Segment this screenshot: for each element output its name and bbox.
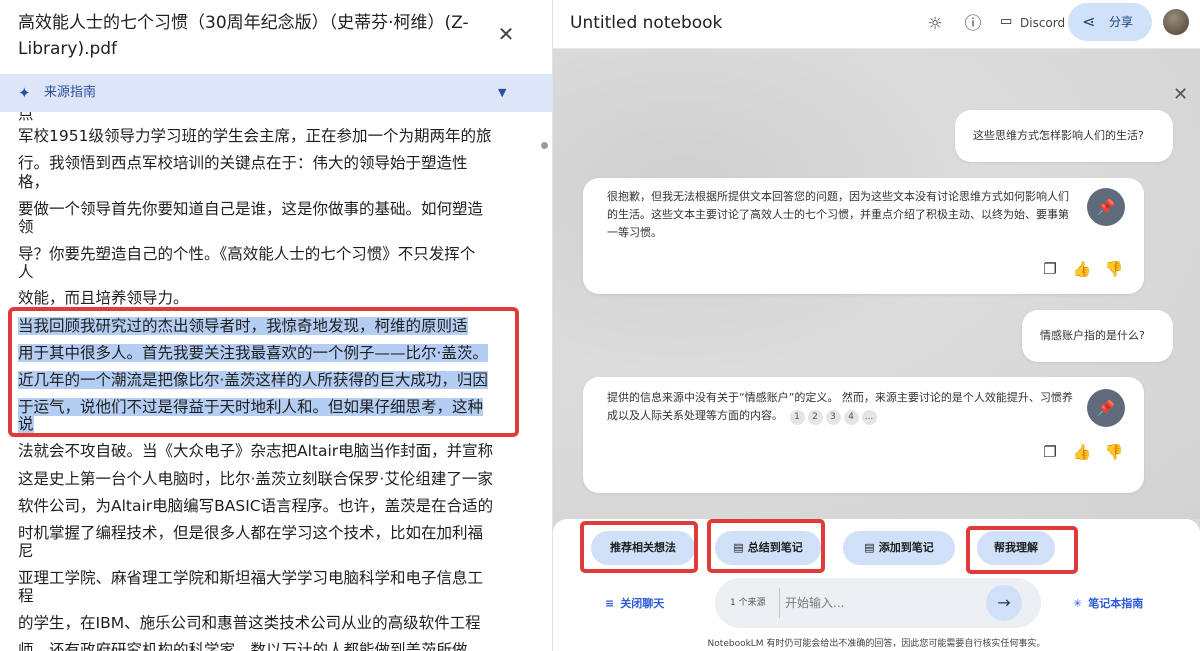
- source-line: 行。我领悟到西点军校培训的关键点在于：伟大的领导始于塑造性: [18, 154, 468, 172]
- help-icon[interactable]: ⓘ: [961, 12, 985, 36]
- thumbs-up-icon[interactable]: 👍: [1071, 258, 1093, 280]
- annotation-box: [580, 521, 698, 573]
- user-message-text: 情感账户指的是什么?: [1040, 329, 1145, 342]
- source-line: 程: [18, 587, 34, 605]
- pin-icon[interactable]: 📌: [1087, 188, 1125, 226]
- theme-toggle-icon[interactable]: ☼: [923, 12, 947, 36]
- bot-message-text: 很抱歉，但我无法根据所提供文本回答您的问题，因为这些文本没有讨论思维方式如何影响…: [607, 190, 1069, 239]
- thumbs-down-icon[interactable]: 👎: [1103, 258, 1125, 280]
- source-line: 尼: [18, 542, 34, 560]
- citation-chip[interactable]: ...: [861, 410, 877, 425]
- source-line: 导？你要先塑造自己的个性。《高效能人士的七个习惯》不只发挥个: [18, 245, 476, 263]
- annotation-box: [8, 307, 519, 437]
- sparkle-icon: ✳: [1073, 597, 1083, 610]
- notebook-guide-button[interactable]: ✳ 笔记本指南: [1073, 595, 1143, 613]
- app-root: 高效能人士的七个习惯（30周年纪念版）（史蒂芬·柯维）(Z-Library).p…: [0, 0, 1200, 651]
- list-icon: ≡: [605, 597, 615, 610]
- disclaimer-text: NotebookLM 有时仍可能会给出不准确的回答，因此您可能需要自行核实任何事…: [707, 639, 1046, 649]
- chat-input-container: 1 个来源 →: [715, 578, 1041, 628]
- avatar[interactable]: [1163, 9, 1189, 35]
- bot-message: 很抱歉，但我无法根据所提供文本回答您的问题，因为这些文本没有讨论思维方式如何影响…: [583, 178, 1144, 294]
- thumbs-down-icon[interactable]: 👎: [1103, 441, 1125, 463]
- annotation-box: [707, 519, 825, 573]
- citation-chip[interactable]: 1: [789, 410, 805, 425]
- share-label: 分享: [1109, 15, 1134, 29]
- source-line: 软件公司，为Altair电脑编写BASIC语言程序。也许，盖茨是在合适的: [18, 497, 494, 515]
- citation-chip[interactable]: 2: [807, 410, 823, 425]
- citation-chip[interactable]: 3: [825, 410, 841, 425]
- notebook-header: Untitled notebook ☼ ⓘ ▭ Discord ⋖ 分享: [553, 0, 1200, 49]
- discord-label: Discord: [1020, 16, 1066, 30]
- notebook-guide-label: 笔记本指南: [1088, 597, 1144, 610]
- divider: [779, 588, 780, 618]
- source-line: 点: [18, 112, 34, 123]
- source-line: 效能，而且培养领导力。: [18, 289, 189, 307]
- source-line: 人: [18, 263, 34, 281]
- source-viewer-panel: 高效能人士的七个习惯（30周年纪念版）（史蒂芬·柯维）(Z-Library).p…: [0, 0, 553, 651]
- notebook-title[interactable]: Untitled notebook: [570, 12, 722, 34]
- source-line: 领: [18, 218, 34, 236]
- notebook-panel: Untitled notebook ☼ ⓘ ▭ Discord ⋖ 分享 ✕ 这…: [553, 0, 1200, 651]
- source-line: 格，: [18, 173, 50, 191]
- bot-message-text: 提供的信息来源中没有关于“情感账户”的定义。 然而，来源主要讨论的是个人效能提升…: [607, 389, 1077, 425]
- source-guide-label: 来源指南: [44, 85, 97, 100]
- add-to-note-button[interactable]: ▤ 添加到笔记: [843, 531, 955, 565]
- close-chat-label: 关闭聊天: [620, 597, 665, 610]
- source-count[interactable]: 1 个来源: [730, 594, 766, 612]
- note-icon: ▤: [864, 541, 875, 554]
- sparkle-icon: ✦: [18, 84, 31, 102]
- source-line: 要做一个领导首先你要知道自己是谁，这是你做事的基础。如何塑造: [18, 200, 484, 218]
- add-to-note-label: 添加到笔记: [878, 541, 934, 554]
- annotation-box: [966, 526, 1078, 574]
- pin-icon[interactable]: 📌: [1087, 389, 1125, 427]
- source-line: 时机掌握了编程技术，但是很多人都在学习这个技术，比如在加利福: [18, 524, 484, 542]
- copy-icon[interactable]: ❐: [1039, 441, 1061, 463]
- close-icon[interactable]: ✕: [495, 23, 517, 45]
- source-title: 高效能人士的七个习惯（30周年纪念版）（史蒂芬·柯维）(Z-Library).p…: [18, 13, 469, 59]
- copy-icon[interactable]: ❐: [1039, 258, 1061, 280]
- arrow-right-icon: →: [997, 593, 1011, 612]
- close-icon[interactable]: ✕: [1173, 84, 1188, 106]
- source-guide-bar[interactable]: ✦ 来源指南 ▼: [0, 74, 552, 112]
- source-line: 军校1951级领导力学习班的学生会主席，正在参加一个为期两年的旅: [18, 127, 492, 145]
- chat-bubble-icon: ▭: [1000, 14, 1013, 29]
- citation-chip[interactable]: 4: [843, 410, 859, 425]
- thumbs-up-icon[interactable]: 👍: [1071, 441, 1093, 463]
- bot-message: 提供的信息来源中没有关于“情感账户”的定义。 然而，来源主要讨论的是个人效能提升…: [583, 377, 1144, 493]
- source-line: 的学生，在IBM、施乐公司和惠普这类技术公司从业的高级软件工程: [18, 614, 481, 632]
- scrollbar-thumb[interactable]: [541, 142, 548, 149]
- share-icon: ⋖: [1082, 12, 1096, 31]
- chevron-down-icon[interactable]: ▼: [498, 83, 506, 103]
- user-message: 这些思维方式怎样影响人们的生活?: [955, 110, 1173, 162]
- chat-composer: 推荐相关想法 ▤总结到笔记 ▤添加到笔记 帮我理解 ≡关闭聊天 1 个来源 → …: [553, 519, 1200, 651]
- share-button[interactable]: ⋖ 分享: [1068, 3, 1152, 41]
- source-line: 这是史上第一台个人电脑时，比尔·盖茨立刻联合保罗·艾伦组建了一家: [18, 470, 493, 488]
- source-line: 师，还有政府研究机构的科学家，数以万计的人都能做到盖茨所做: [18, 641, 468, 651]
- source-header: 高效能人士的七个习惯（30周年纪念版）（史蒂芬·柯维）(Z-Library).p…: [0, 0, 552, 74]
- user-message-text: 这些思维方式怎样影响人们的生活?: [973, 129, 1144, 142]
- source-line: 亚理工学院、麻省理工学院和斯坦福大学学习电脑科学和电子信息工: [18, 569, 484, 587]
- close-chat-button[interactable]: ≡ 关闭聊天: [605, 595, 664, 613]
- chat-input[interactable]: [785, 591, 975, 615]
- user-message: 情感账户指的是什么?: [1022, 310, 1173, 362]
- send-button[interactable]: →: [986, 585, 1022, 621]
- source-line: 法就会不攻自破。当《大众电子》杂志把Altair电脑当作封面，并宣称: [18, 442, 494, 460]
